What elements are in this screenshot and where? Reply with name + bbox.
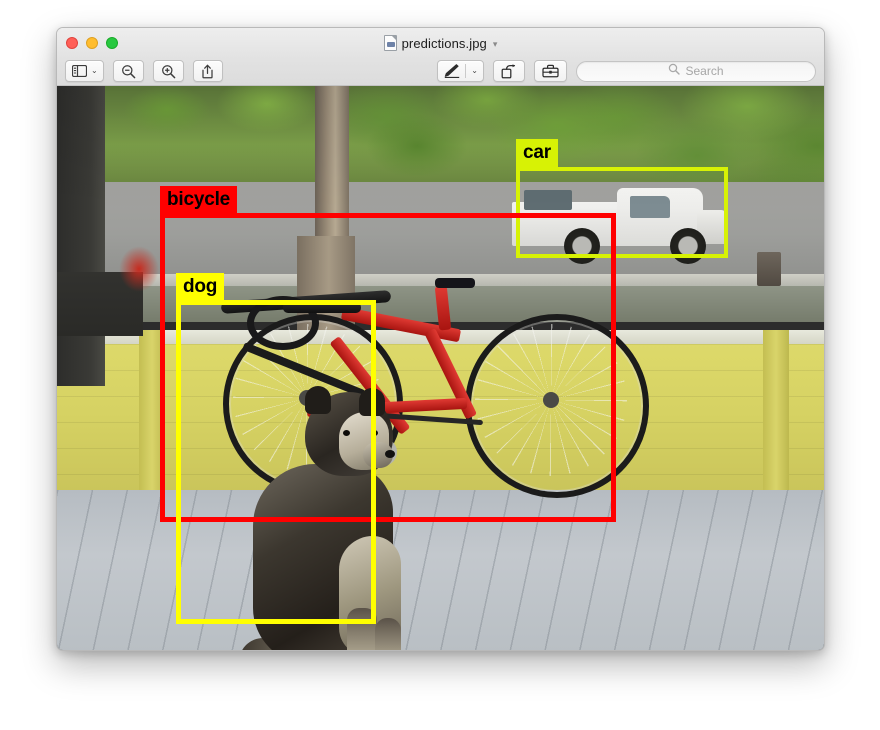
- minimize-window-button[interactable]: [86, 37, 98, 49]
- scene-trash-can: [757, 252, 781, 286]
- window-title-group: predictions.jpg ▾: [57, 35, 824, 51]
- zoom-in-button[interactable]: [152, 60, 184, 82]
- zoom-in-icon: [161, 64, 176, 79]
- sidebar-toggle-button[interactable]: ⌄: [65, 60, 104, 82]
- search-icon: [668, 62, 681, 80]
- preview-window: predictions.jpg ▾ ⌄ ⌄ Search car bicycle…: [56, 27, 825, 651]
- pen-divider: [465, 64, 467, 78]
- porch-pillar: [57, 86, 105, 386]
- detection-label-car: car: [516, 139, 558, 167]
- detection-box-dog[interactable]: [176, 300, 376, 624]
- share-icon: [201, 64, 214, 79]
- detection-label-dog: dog: [176, 273, 225, 301]
- share-button[interactable]: [192, 60, 223, 82]
- markup-pen-button[interactable]: ⌄: [437, 60, 484, 82]
- close-window-button[interactable]: [66, 37, 78, 49]
- sidebar-icon: [72, 65, 87, 77]
- window-title: predictions.jpg: [401, 35, 487, 51]
- rotate-left-icon: [501, 63, 517, 79]
- maximize-window-button[interactable]: [106, 37, 118, 49]
- sidebar-chevron-down-icon[interactable]: ⌄: [91, 67, 98, 75]
- screenshot-root: { "window": { "title": "predictions.jpg"…: [0, 0, 880, 730]
- zoom-out-icon: [121, 64, 136, 79]
- predictions-image: car bicycle dog: [57, 86, 824, 650]
- toolbar-left-group: ⌄: [65, 60, 223, 82]
- pen-icon: [444, 64, 460, 78]
- markup-chevron-down-icon[interactable]: ⌄: [471, 67, 478, 75]
- search-field[interactable]: Search: [576, 60, 816, 82]
- toolbar-right-group: ⌄ Search: [437, 60, 816, 82]
- image-viewport[interactable]: car bicycle dog: [57, 86, 824, 650]
- window-titlebar[interactable]: predictions.jpg ▾ ⌄ ⌄ Search: [57, 28, 824, 86]
- window-toolbar: ⌄ ⌄ Search: [57, 56, 824, 86]
- image-file-icon: [383, 35, 397, 51]
- title-chevron-down-icon[interactable]: ▾: [493, 39, 498, 50]
- detection-label-bicycle: bicycle: [160, 186, 238, 214]
- traffic-light-group: [66, 37, 118, 49]
- zoom-out-button[interactable]: [112, 60, 144, 82]
- dog-second-leg: [375, 618, 401, 650]
- toolbox-icon: [542, 64, 559, 78]
- markup-toolbox-button[interactable]: [534, 60, 567, 82]
- search-input[interactable]: Search: [685, 64, 723, 78]
- porch-post-right: [763, 330, 789, 498]
- rotate-left-button[interactable]: [493, 60, 525, 82]
- scene-red-object: [119, 246, 159, 292]
